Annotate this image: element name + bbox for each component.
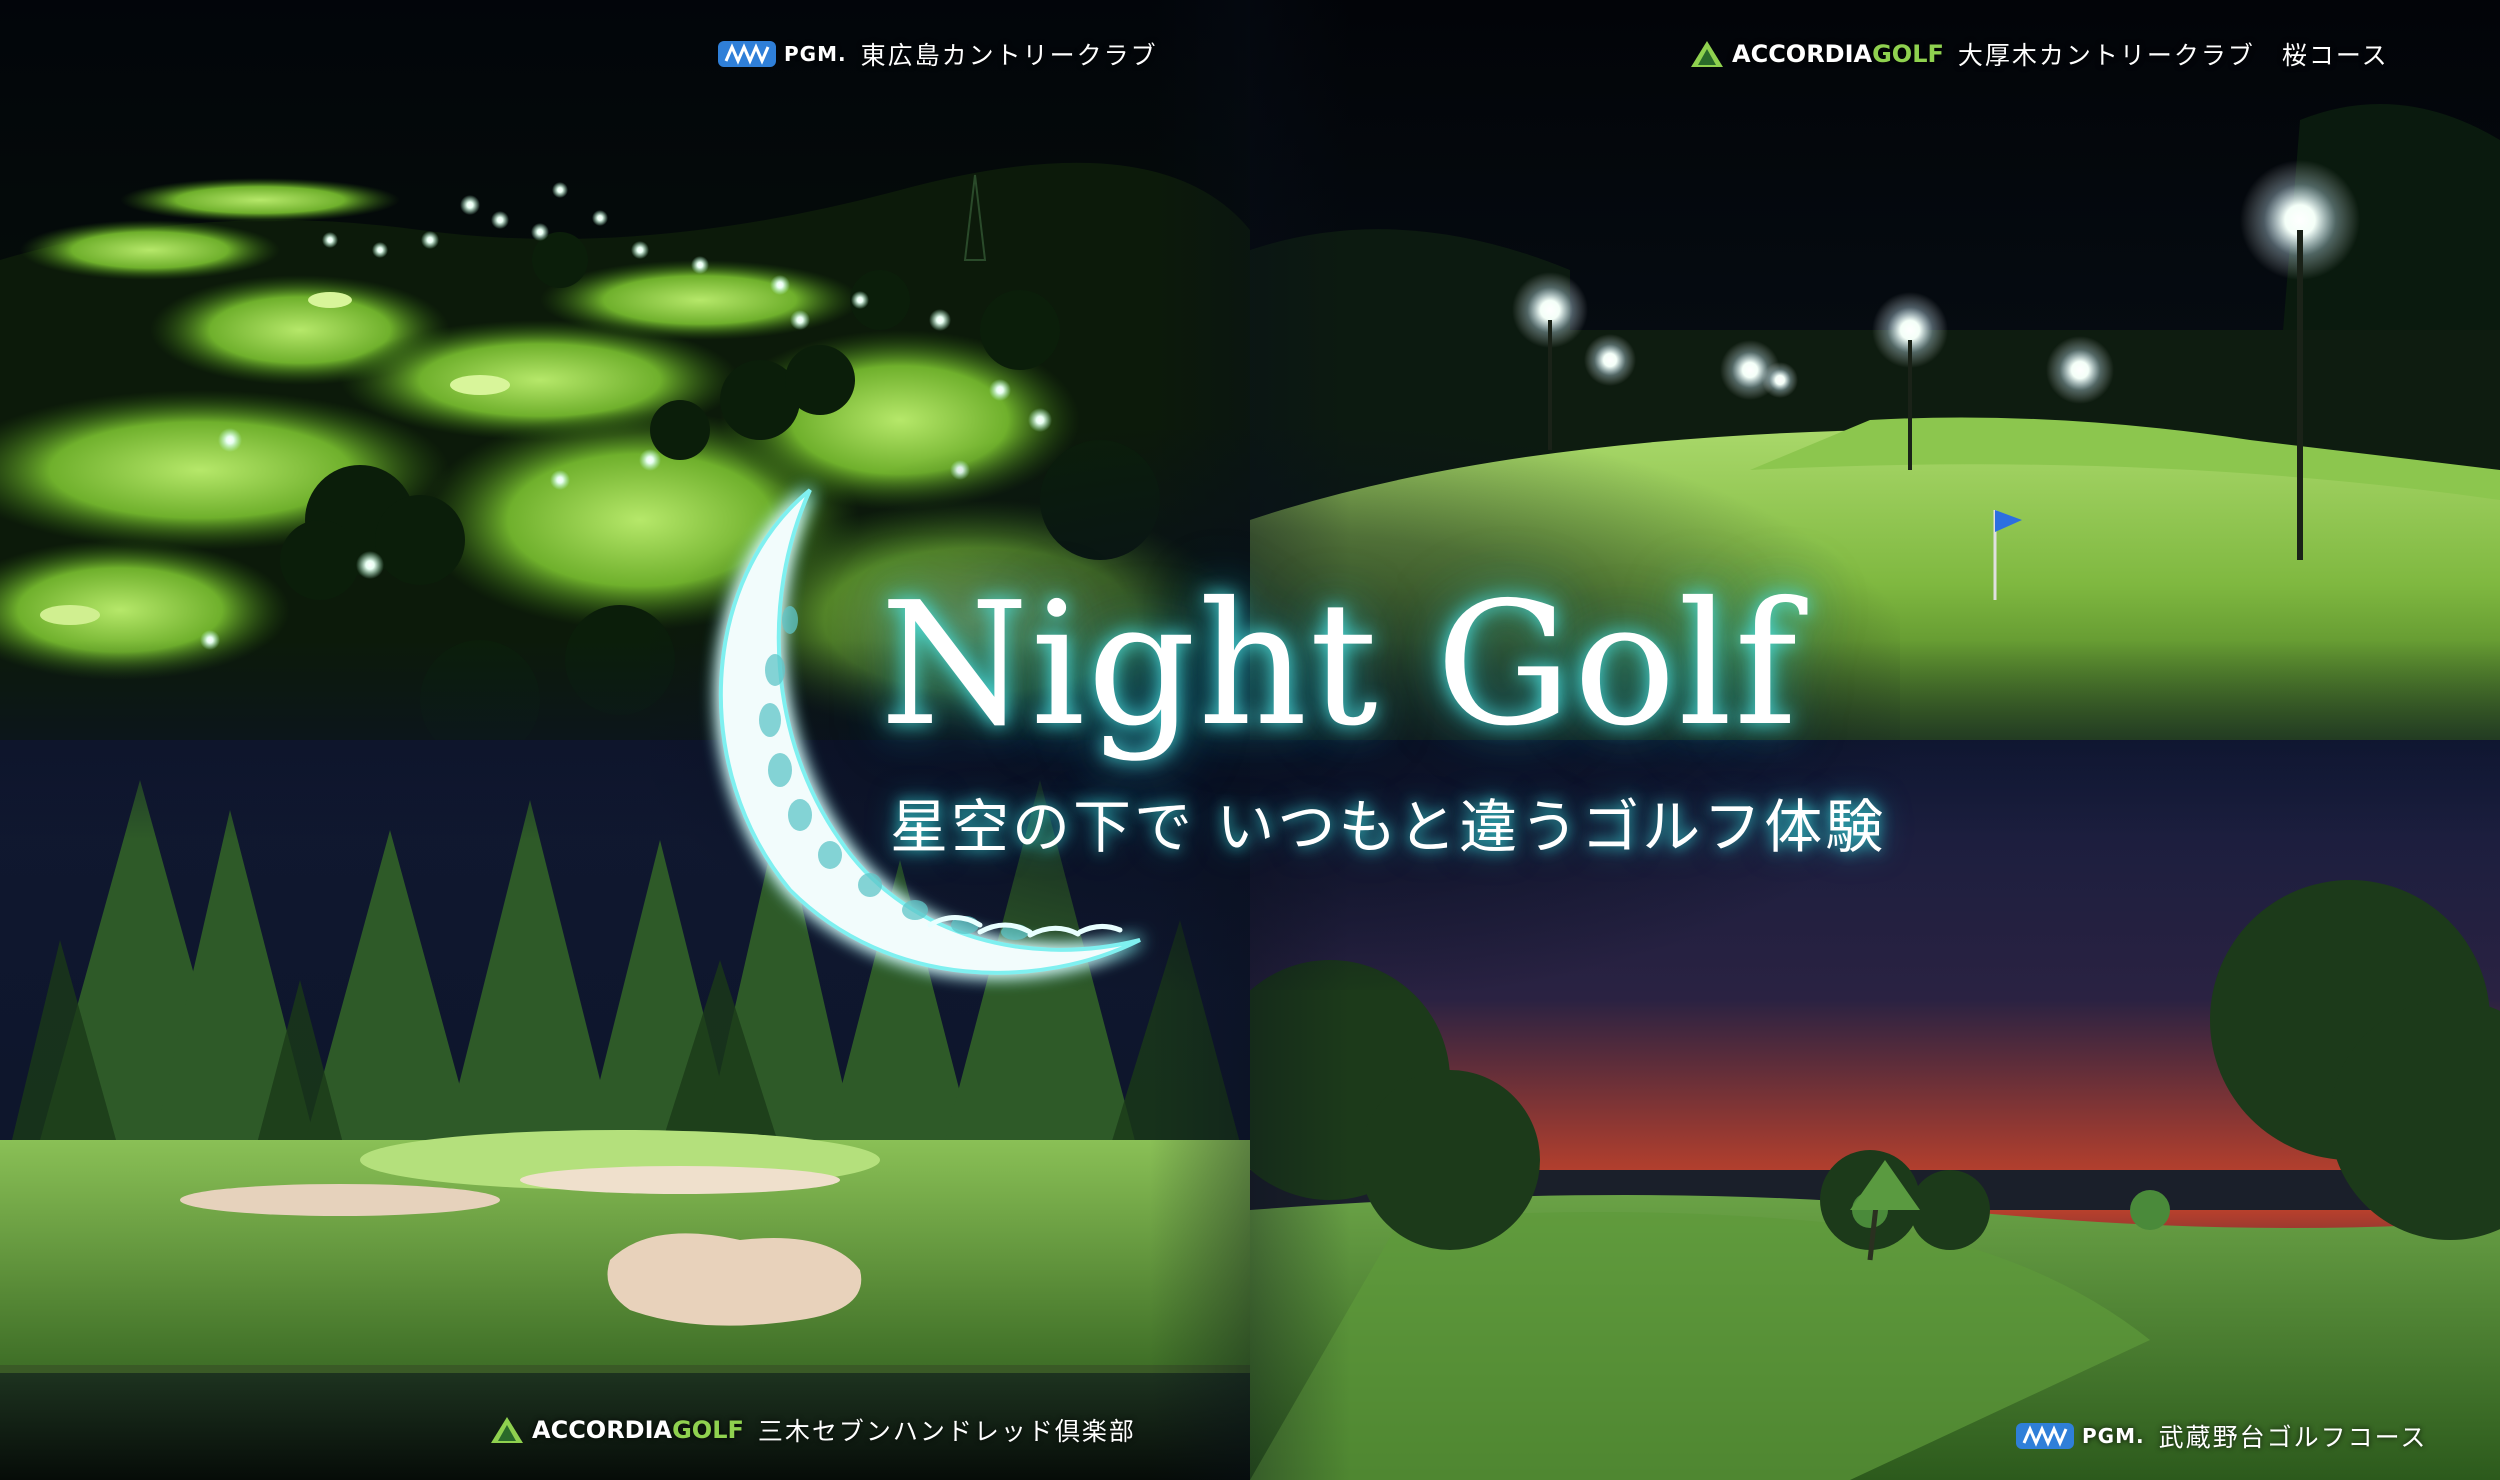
headline-title: Night Golf bbox=[880, 566, 1800, 764]
accordia-brand-text: ACCORDIA bbox=[1732, 40, 1873, 68]
course-name: 東広島カントリークラブ bbox=[860, 41, 1158, 70]
night-golf-banner: Night Golf 星空の下で いつもと違うゴルフ体験 PGM. 東広島カント… bbox=[0, 0, 2500, 1480]
pgm-brand: PGM. bbox=[2016, 1421, 2145, 1451]
course-name: 大厚木カントリークラブ 桜コース bbox=[1957, 41, 2389, 70]
course-caption-bottom-left: ACCORDIAGOLF 三木セブンハンドレッド倶楽部 bbox=[490, 1412, 1136, 1448]
course-caption-top-right: ACCORDIAGOLF 大厚木カントリークラブ 桜コース bbox=[1690, 36, 2389, 72]
pgm-brand-text: PGM. bbox=[784, 42, 847, 66]
pgm-brand-text: PGM. bbox=[2082, 1424, 2145, 1448]
course-name: 三木セブンハンドレッド倶楽部 bbox=[757, 1417, 1136, 1446]
accordia-logo-icon bbox=[491, 1417, 523, 1443]
course-caption-top-left: PGM. 東広島カントリークラブ bbox=[718, 36, 1158, 72]
accordia-logo-icon bbox=[1691, 41, 1723, 67]
pgm-logo-icon bbox=[718, 41, 776, 67]
accordia-brand-golf: GOLF bbox=[1872, 40, 1944, 68]
accordia-brand-golf: GOLF bbox=[672, 1416, 744, 1444]
pgm-brand: PGM. bbox=[718, 39, 847, 69]
pgm-logo-icon bbox=[2016, 1423, 2074, 1449]
headline-tagline: 星空の下で いつもと違うゴルフ体験 bbox=[890, 793, 1887, 861]
accordia-brand: ACCORDIAGOLF bbox=[1690, 39, 1944, 69]
accordia-brand: ACCORDIAGOLF bbox=[490, 1415, 744, 1445]
accordia-brand-text: ACCORDIA bbox=[532, 1416, 673, 1444]
course-name: 武蔵野台ゴルフコース bbox=[2158, 1423, 2428, 1452]
course-caption-bottom-right: PGM. 武蔵野台ゴルフコース bbox=[2016, 1418, 2427, 1454]
